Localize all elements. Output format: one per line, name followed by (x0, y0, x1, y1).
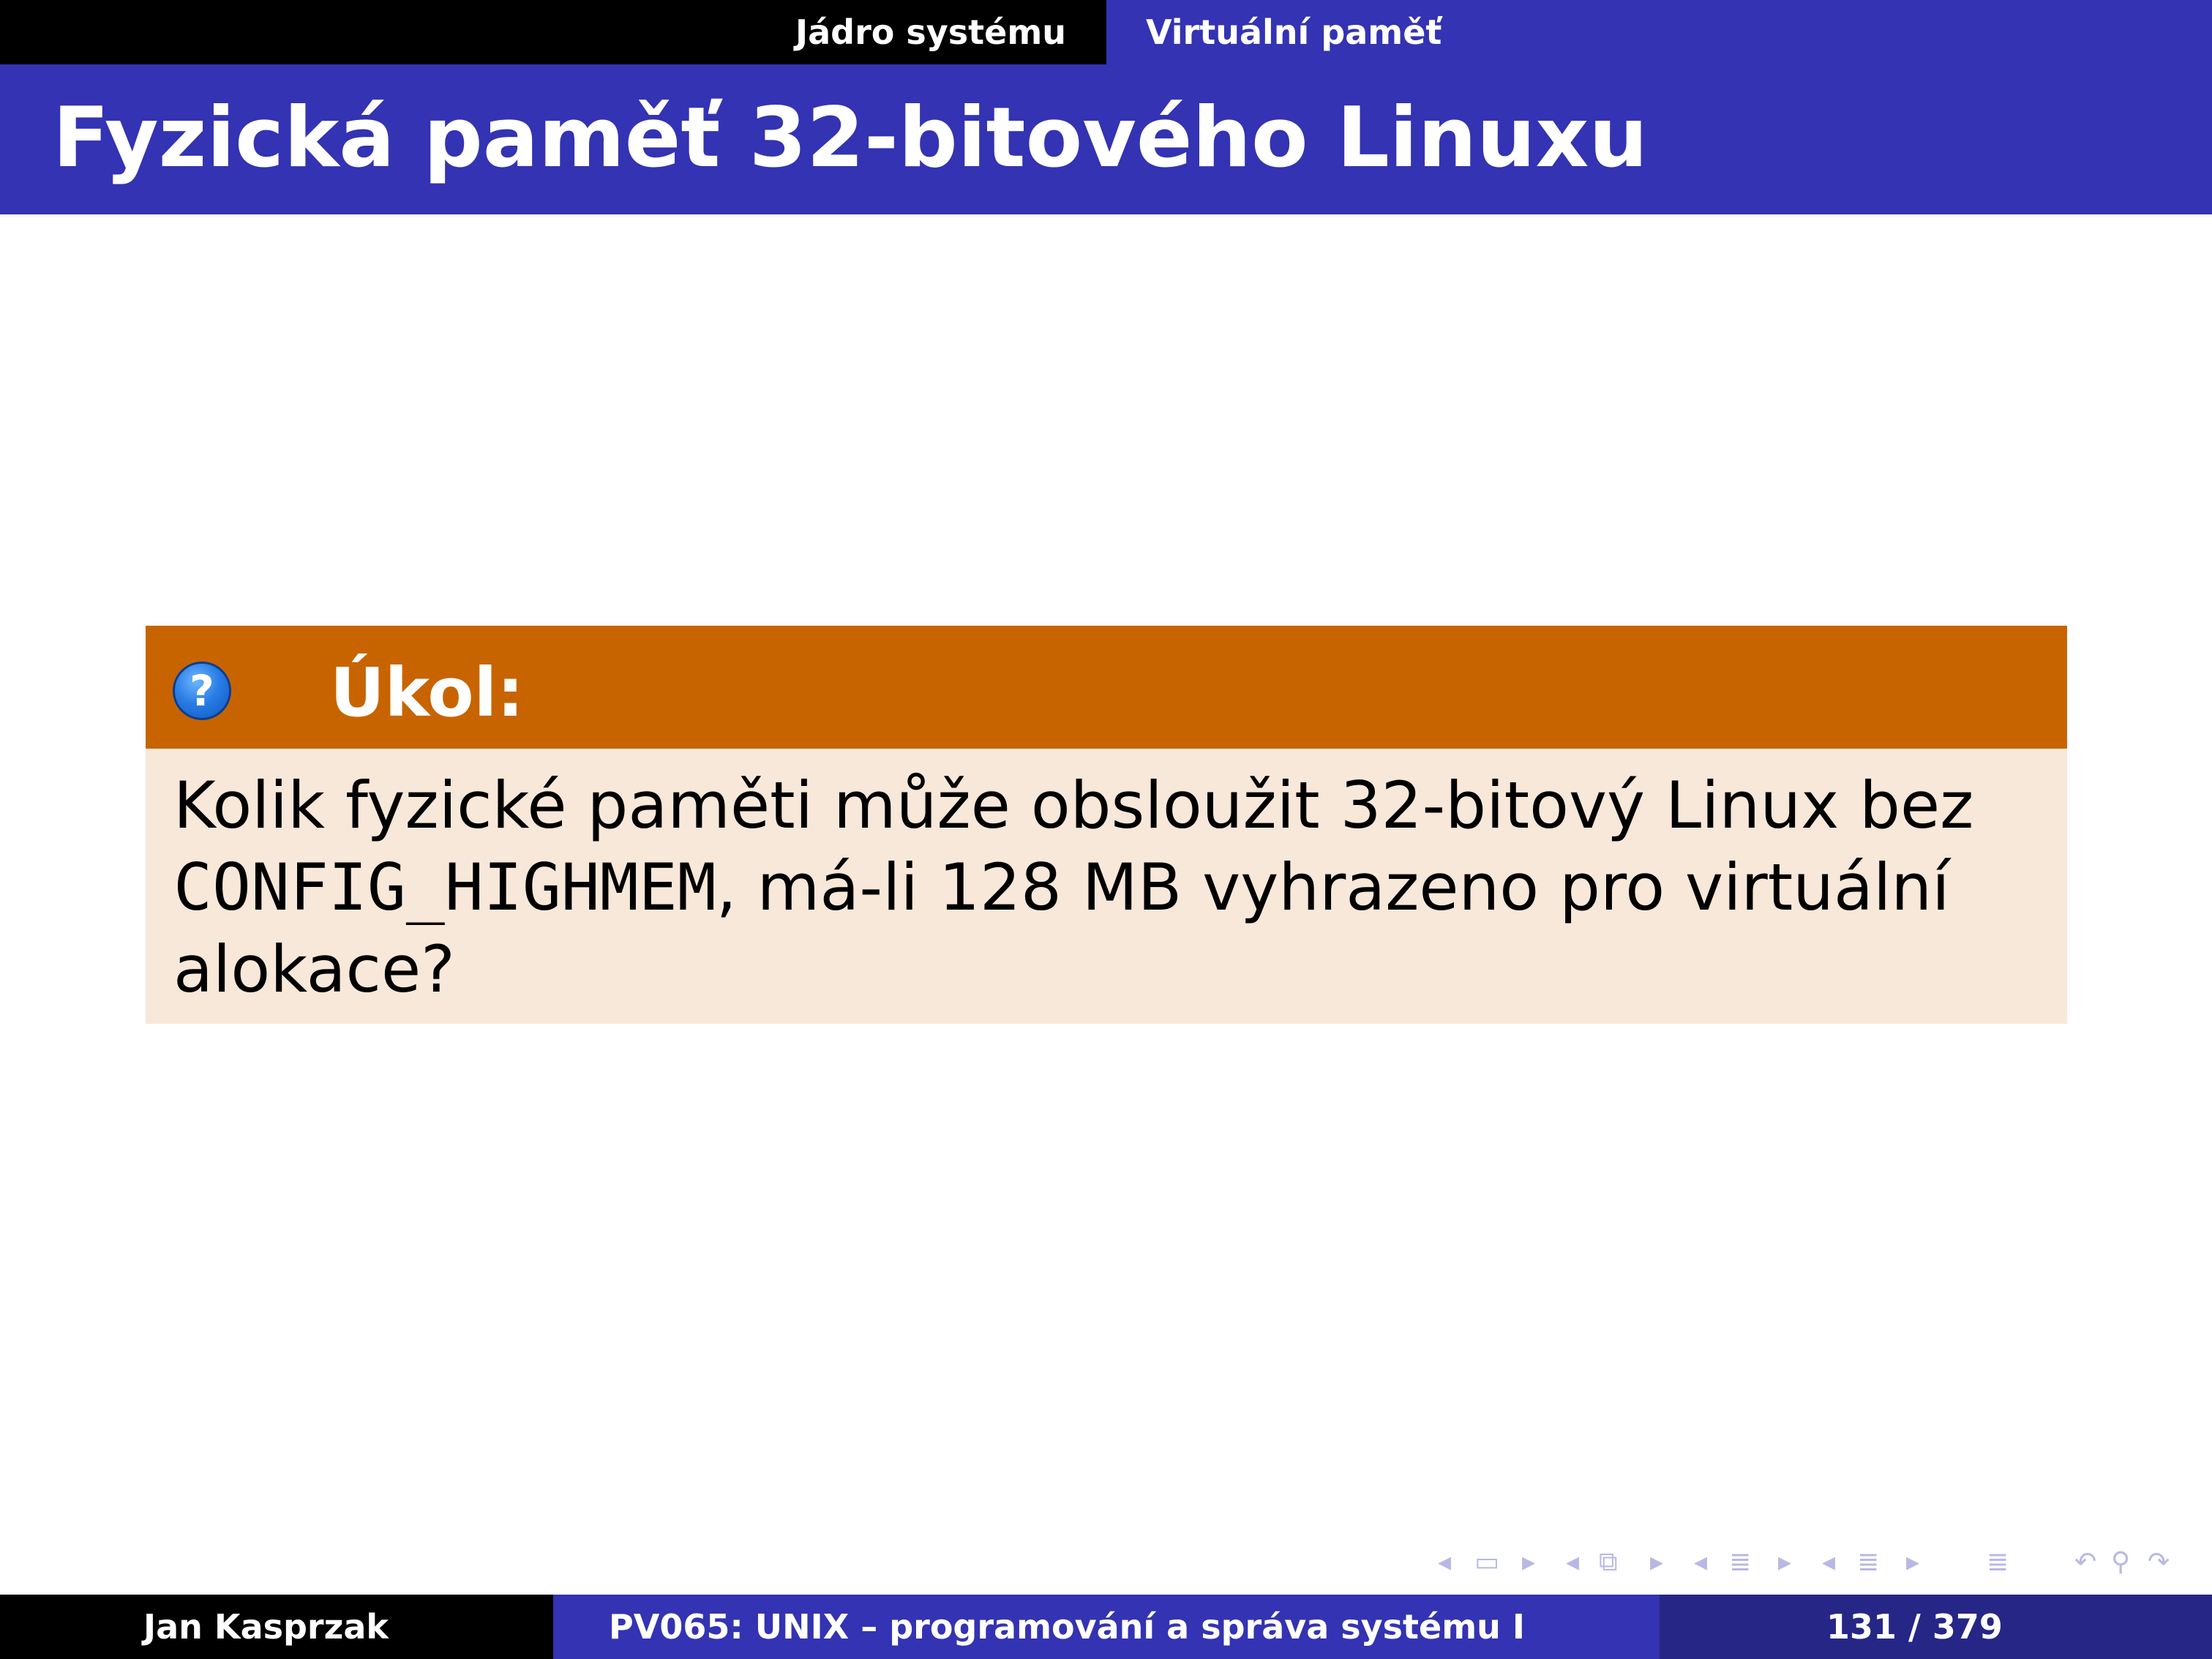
document-icon[interactable]: ≣ (1857, 1544, 1879, 1581)
subsection-link[interactable]: Virtuální paměť (1146, 0, 1441, 64)
question-icon: ? (173, 662, 231, 720)
task-text-before: Kolik fyzické paměti může obsloužit 32-b… (173, 768, 1974, 843)
config-option-code: CONFIG_HIGHMEM (173, 850, 716, 925)
headline: Jádro systému Virtuální paměť (0, 0, 2212, 64)
redo-icon[interactable]: ↷ (2148, 1544, 2170, 1581)
section-icon[interactable]: ≣ (1729, 1544, 1751, 1581)
frame-title: Fyzická paměť 32-bitového Linuxu (53, 89, 1648, 186)
task-block-header: ? Úkol: (146, 626, 2067, 749)
arrow-left-icon[interactable]: ◂ (1694, 1544, 1707, 1581)
search-icon[interactable]: ⚲ (2111, 1544, 2130, 1581)
align-icon[interactable]: ≣ (1987, 1544, 2009, 1581)
footer-page-box: 131 / 379 (1660, 1595, 2212, 1659)
arrow-left-icon[interactable]: ◂ (1566, 1544, 1579, 1581)
subsection-icon[interactable]: ⧉ (1599, 1544, 1618, 1581)
footer-author-box: Jan Kasprzak (0, 1595, 553, 1659)
arrow-left-icon[interactable]: ◂ (1822, 1544, 1835, 1581)
frame-icon[interactable]: ▭ (1474, 1544, 1499, 1581)
footer-course-box: PV065: UNIX – programování a správa syst… (553, 1595, 1660, 1659)
footer-course: PV065: UNIX – programování a správa syst… (609, 1607, 1526, 1647)
undo-icon[interactable]: ↶ (2074, 1544, 2096, 1581)
footer-author: Jan Kasprzak (143, 1607, 389, 1647)
arrow-right-icon[interactable]: ▸ (1522, 1544, 1535, 1581)
arrow-right-icon[interactable]: ▸ (1650, 1544, 1663, 1581)
section-link[interactable]: Jádro systému (795, 0, 1066, 64)
section-nav: Jádro systému (0, 0, 1106, 64)
task-block-title: Úkol: (330, 654, 524, 732)
arrow-right-icon[interactable]: ▸ (1906, 1544, 1919, 1581)
subsection-nav: Virtuální paměť (1106, 0, 2212, 64)
footer-page-number: 131 / 379 (1826, 1607, 2003, 1647)
arrow-left-icon[interactable]: ◂ (1438, 1544, 1451, 1581)
task-block-body: Kolik fyzické paměti může obsloužit 32-b… (146, 749, 2067, 1024)
navigation-symbols: ◂ ▭ ▸ ◂ ⧉ ▸ ◂ ≣ ▸ ◂ ≣ ▸ ≣ ↶ ⚲ ↷ (1431, 1544, 2192, 1581)
frame-title-bar: Fyzická paměť 32-bitového Linuxu (0, 64, 2212, 214)
task-block: ? Úkol: Kolik fyzické paměti může obslou… (146, 626, 2067, 1024)
arrow-right-icon[interactable]: ▸ (1778, 1544, 1791, 1581)
footline: Jan Kasprzak PV065: UNIX – programování … (0, 1595, 2212, 1659)
